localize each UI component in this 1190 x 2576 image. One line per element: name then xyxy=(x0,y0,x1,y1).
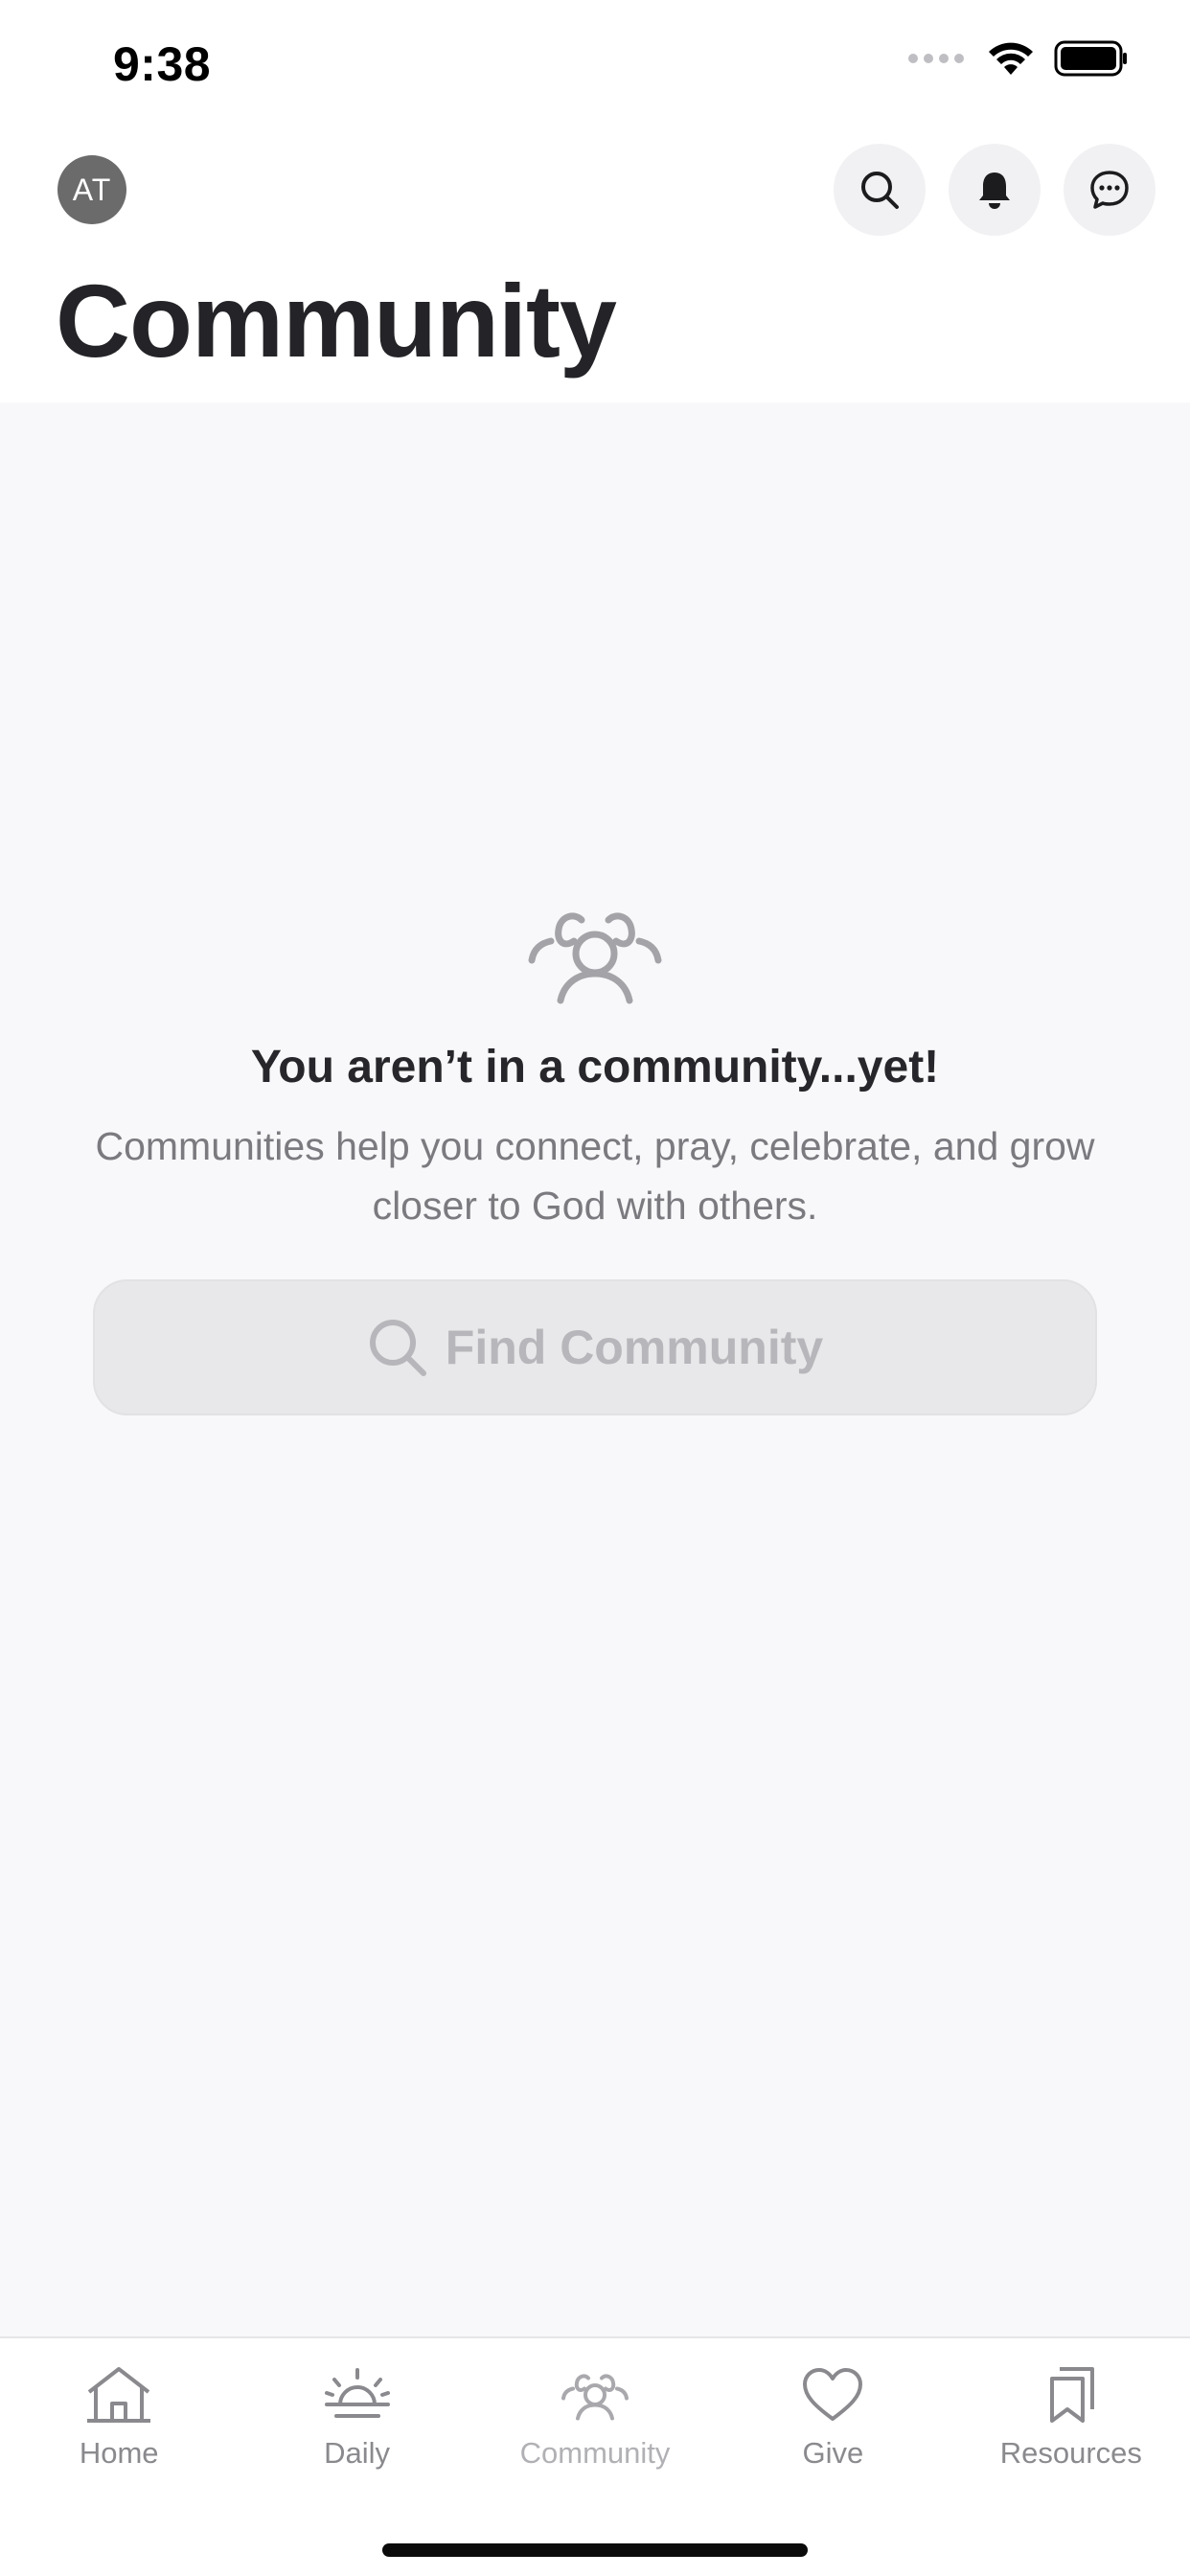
tab-give-label: Give xyxy=(802,2436,864,2470)
tab-home[interactable]: Home xyxy=(0,2338,238,2482)
status-bar: 9:38 xyxy=(0,0,1190,126)
people-group-icon xyxy=(561,2374,629,2421)
tab-resources[interactable]: Resources xyxy=(952,2338,1190,2482)
cellular-signal-icon xyxy=(908,54,964,63)
avatar[interactable]: AT xyxy=(57,155,126,224)
empty-state-heading: You aren’t in a community...yet! xyxy=(250,1042,940,1092)
sunrise-icon xyxy=(324,2368,390,2418)
battery-icon xyxy=(1054,40,1127,77)
bell-icon xyxy=(979,172,1010,209)
wifi-icon xyxy=(989,42,1033,75)
main-content: You aren’t in a community...yet! Communi… xyxy=(0,402,1190,2336)
tab-daily[interactable]: Daily xyxy=(238,2338,475,2482)
tab-give[interactable]: Give xyxy=(714,2338,951,2482)
tab-community-label: Community xyxy=(519,2436,671,2470)
search-button[interactable] xyxy=(834,144,926,236)
find-community-button[interactable]: Find Community xyxy=(93,1279,1097,1415)
search-icon xyxy=(369,1320,426,1376)
home-icon xyxy=(87,2367,151,2423)
tab-resources-label: Resources xyxy=(999,2436,1142,2470)
find-community-label: Find Community xyxy=(445,1321,824,1374)
chat-bubble-icon xyxy=(1090,171,1129,209)
header: AT Community xyxy=(0,126,1190,402)
people-group-icon xyxy=(528,912,662,1004)
empty-state-description: Communities help you connect, pray, cele… xyxy=(95,1124,1095,1228)
heart-icon xyxy=(803,2368,863,2421)
notifications-button[interactable] xyxy=(949,144,1041,236)
community-screen: 9:38 AT Community You aren’t in a commun… xyxy=(0,0,1190,2576)
tab-home-label: Home xyxy=(79,2436,159,2470)
search-icon xyxy=(861,172,899,209)
empty-state: You aren’t in a community...yet! Communi… xyxy=(0,901,1190,1415)
status-time: 9:38 xyxy=(113,37,212,91)
tab-bar: Home Daily Community Give Resources xyxy=(0,2336,1190,2576)
page-title: Community xyxy=(56,263,617,379)
header-actions xyxy=(834,144,1156,236)
tab-daily-label: Daily xyxy=(324,2436,391,2470)
home-indicator[interactable] xyxy=(382,2543,808,2557)
tab-community[interactable]: Community xyxy=(476,2338,714,2482)
status-icons xyxy=(908,40,1129,77)
messages-button[interactable] xyxy=(1064,144,1156,236)
bookmarks-icon xyxy=(1049,2367,1094,2423)
